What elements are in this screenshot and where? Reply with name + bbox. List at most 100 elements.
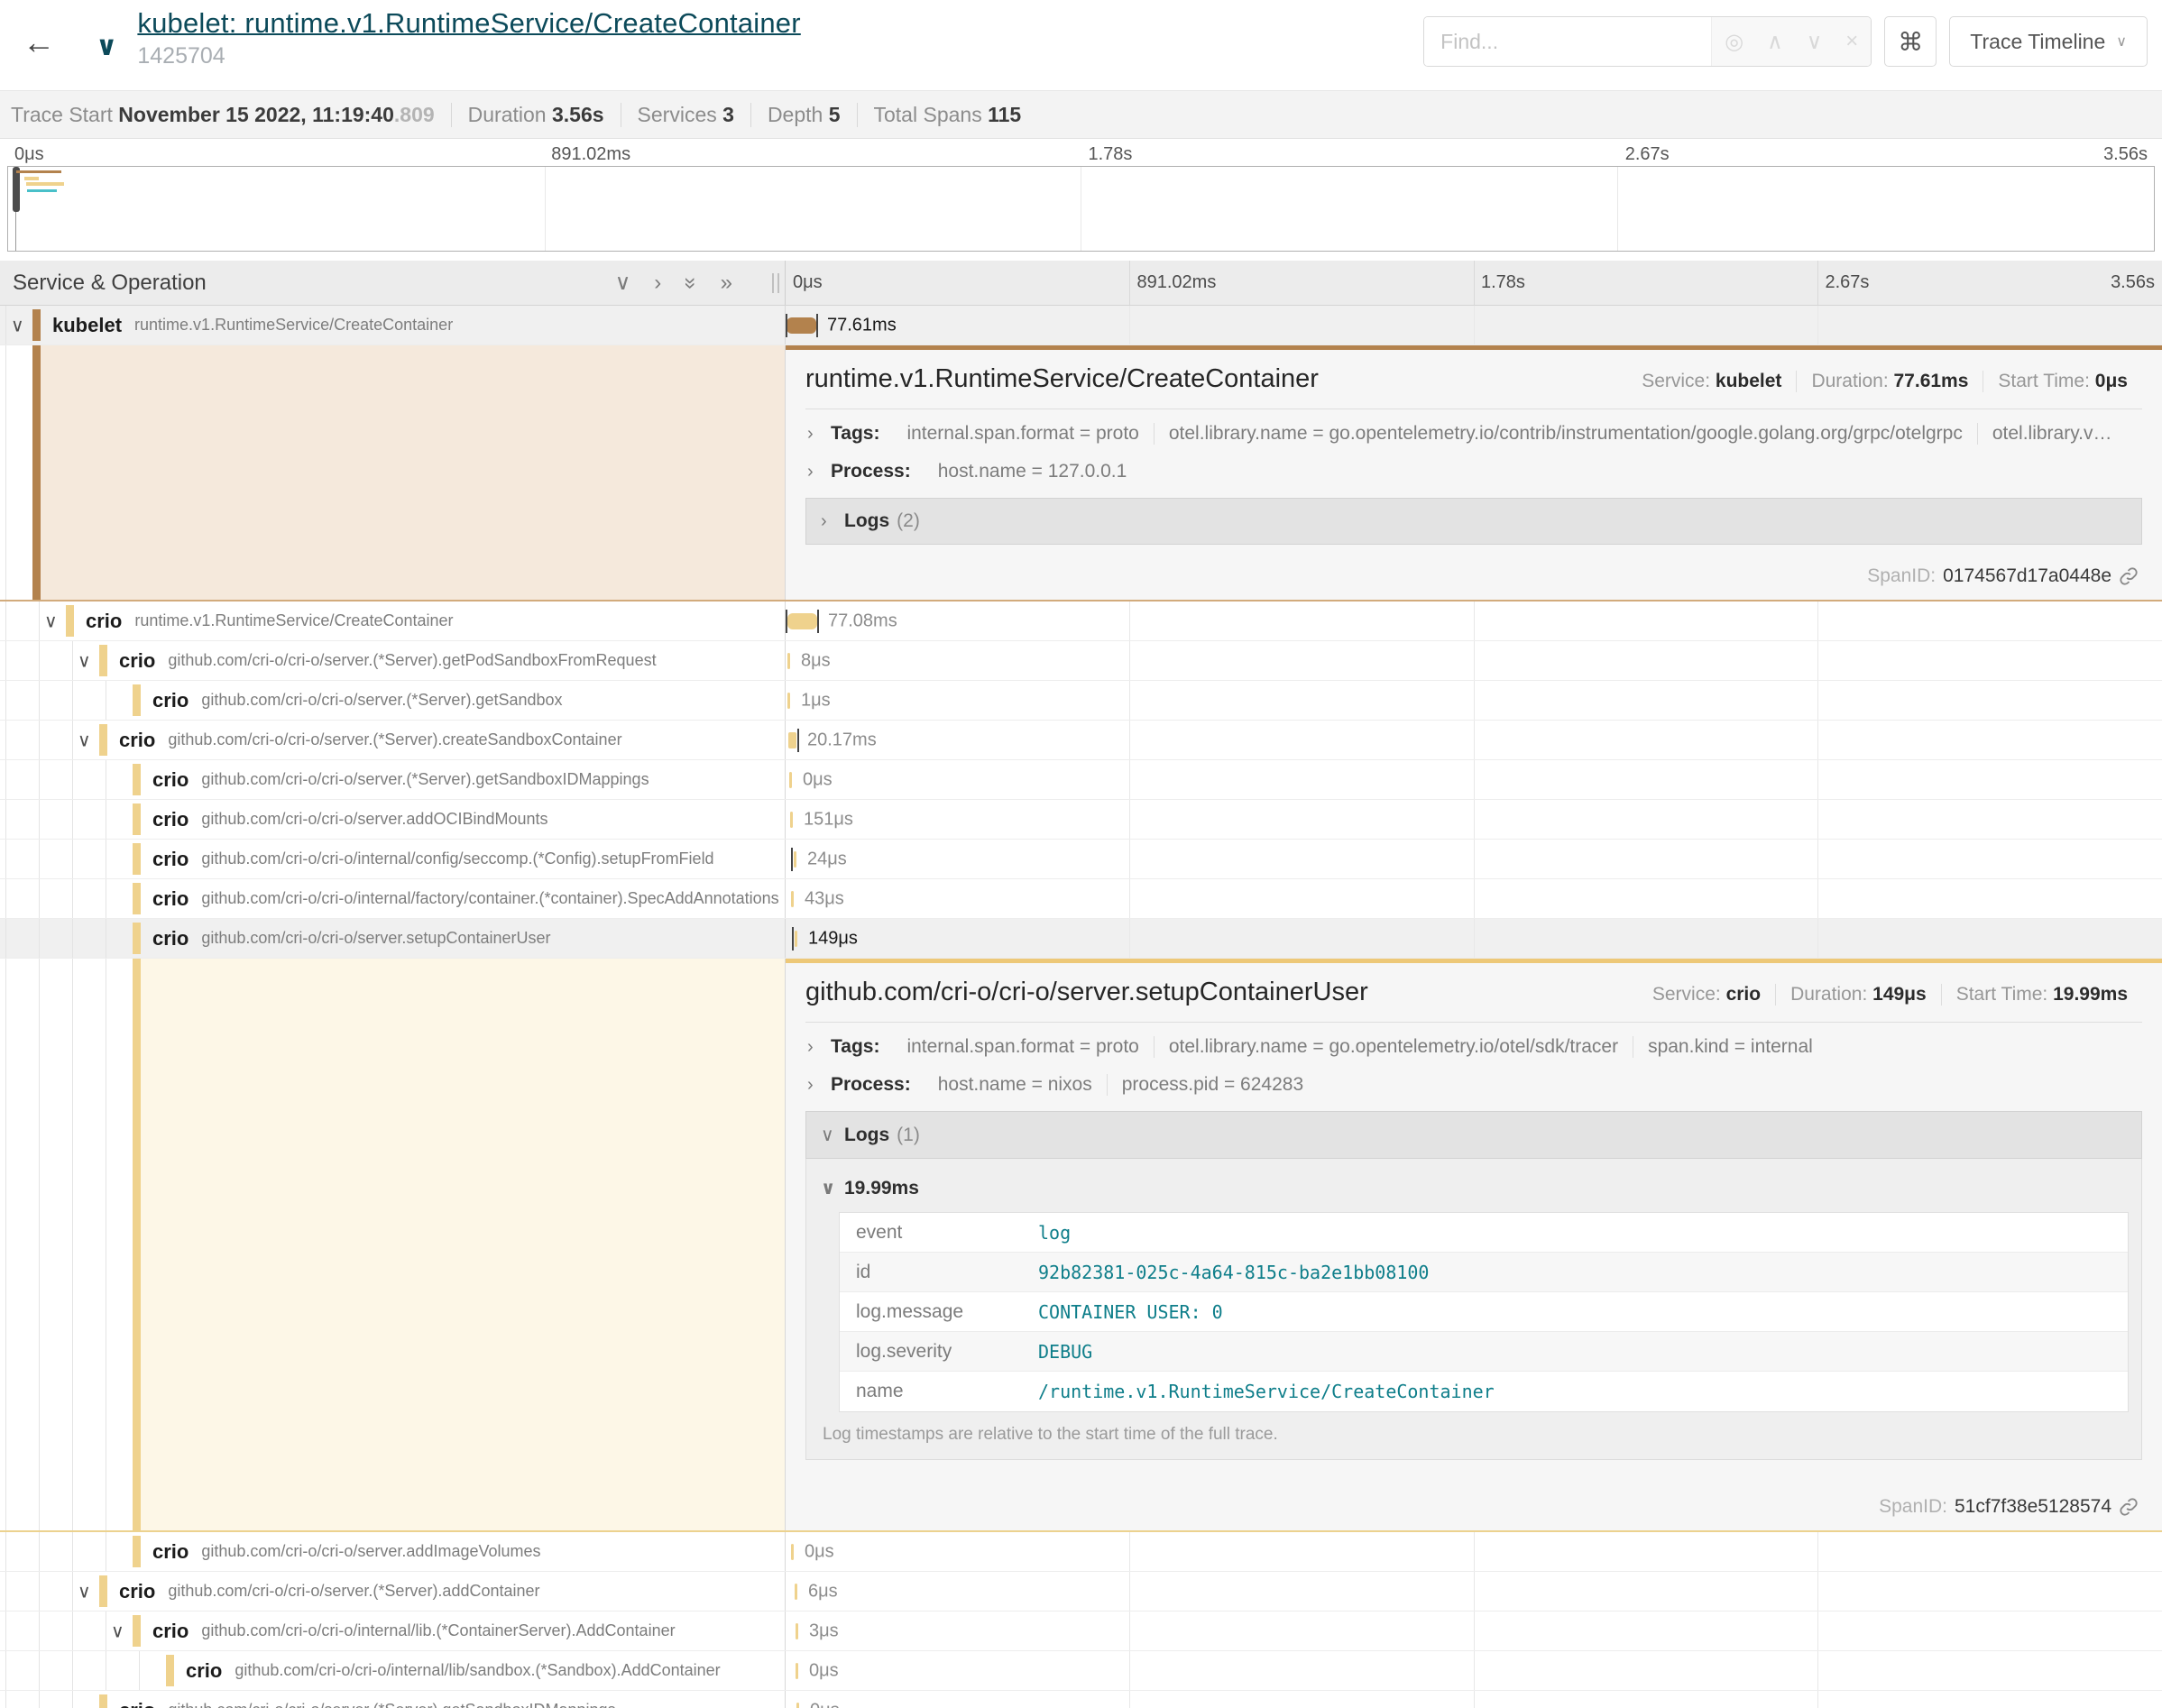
process-accordion[interactable]: › Process: host.name = nixosprocess.pid … [805,1066,2142,1104]
service-operation-header: Service & Operation ∨ › » » [0,261,786,305]
span-name-cell[interactable]: ∨criogithub.com/cri-o/cri-o/internal/lib… [0,1612,786,1650]
span-bar-cell[interactable]: 24μs [786,840,2162,878]
expand-chevron-down-icon[interactable]: ∨ [44,610,58,632]
expand-chevron-down-icon[interactable]: ∨ [78,729,91,751]
expand-chevron-down-icon[interactable]: ∨ [111,1620,124,1642]
tags-accordion[interactable]: › Tags: internal.span.format = protootel… [805,415,2142,453]
span-row[interactable]: ∨criogithub.com/cri-o/cri-o/server.(*Ser… [0,641,2162,681]
span-name-cell[interactable]: ∨crioruntime.v1.RuntimeService/CreateCon… [0,601,786,640]
span-duration-bar[interactable] [789,772,792,788]
span-row[interactable]: ∨crioruntime.v1.RuntimeService/CreateCon… [0,601,2162,641]
service-color-bar [66,605,74,637]
view-select-dropdown[interactable]: Trace Timeline ∨ [1949,16,2148,67]
span-duration-bar[interactable] [794,851,796,868]
logs-accordion[interactable]: ∨ Logs (1) [805,1111,2142,1159]
span-row[interactable]: criogithub.com/cri-o/cri-o/server.addIma… [0,1532,2162,1572]
span-row[interactable]: criogithub.com/cri-o/cri-o/server.(*Serv… [0,760,2162,800]
span-bar-cell[interactable]: 149μs [786,919,2162,958]
span-bar-cell[interactable]: 6μs [786,1572,2162,1611]
detail-indent-area [0,959,786,1530]
span-duration-bar[interactable] [787,653,790,669]
span-duration-bar[interactable] [795,931,797,947]
detail-duration: 149μs [1872,984,1927,1005]
span-bar-cell[interactable]: 8μs [786,641,2162,680]
span-name-cell[interactable]: criogithub.com/cri-o/cri-o/server.addIma… [0,1532,786,1571]
span-row[interactable]: criogithub.com/cri-o/cri-o/server.setupC… [0,919,2162,959]
span-duration-bar[interactable] [796,1703,799,1708]
span-name-cell[interactable]: criogithub.com/cri-o/cri-o/server.setupC… [0,919,786,958]
span-bar-cell[interactable]: 0μs [786,1651,2162,1690]
find-input[interactable] [1424,17,1711,66]
expand-all-double-chevron-right-icon[interactable]: » [721,272,732,294]
span-duration-bar[interactable] [796,1663,798,1679]
logs-accordion[interactable]: › Logs (2) [805,498,2142,545]
tick-label: 2.67s [1826,272,1870,293]
span-name-cell[interactable]: criogithub.com/cri-o/cri-o/server.(*Serv… [0,681,786,720]
tags-accordion[interactable]: › Tags: internal.span.format = protootel… [805,1028,2142,1066]
span-row[interactable]: ∨criogithub.com/cri-o/cri-o/server.(*Ser… [0,1572,2162,1612]
span-row[interactable]: criogithub.com/cri-o/cri-o/internal/fact… [0,879,2162,919]
span-name-cell[interactable]: ∨criogithub.com/cri-o/cri-o/server.(*Ser… [0,641,786,680]
span-bar-cell[interactable]: 3μs [786,1612,2162,1650]
span-name-cell[interactable]: criogithub.com/cri-o/cri-o/internal/lib/… [0,1651,786,1690]
trace-title-link[interactable]: kubelet: runtime.v1.RuntimeService/Creat… [137,7,800,40]
expand-chevron-down-icon[interactable]: ∨ [78,1580,91,1602]
clear-search-close-icon[interactable]: × [1845,29,1858,54]
span-bar-cell[interactable]: 0μs [786,1691,2162,1708]
span-name-cell[interactable]: criogithub.com/cri-o/cri-o/internal/fact… [0,879,786,918]
span-name-cell[interactable]: criogithub.com/cri-o/cri-o/internal/conf… [0,840,786,878]
log-entry-toggle[interactable]: ∨ 19.99ms [819,1173,2129,1212]
span-row[interactable]: criogithub.com/cri-o/cri-o/internal/conf… [0,840,2162,879]
minimap-canvas[interactable] [7,166,2155,252]
span-duration-bar[interactable] [791,1544,794,1560]
span-row[interactable]: ∨criogithub.com/cri-o/cri-o/server.(*Ser… [0,721,2162,760]
expand-chevron-down-icon[interactable]: ∨ [78,649,91,672]
span-bar-cell[interactable]: 0μs [786,1532,2162,1571]
next-result-chevron-down-icon[interactable]: ∨ [1807,29,1823,55]
span-name-cell[interactable]: criogithub.com/cri-o/cri-o/server.(*Serv… [0,760,786,799]
span-bar-cell[interactable]: 0μs [786,760,2162,799]
minimap-scrubber-handle[interactable] [13,167,20,212]
span-duration-bar[interactable] [787,613,817,629]
deep-link-icon[interactable] [2119,1497,2139,1517]
span-duration-bar[interactable] [795,1584,797,1600]
span-name-cell[interactable]: ∨criogithub.com/cri-o/cri-o/server.(*Ser… [0,721,786,759]
span-name-cell[interactable]: ∨criogithub.com/cri-o/cri-o/server.(*Ser… [0,1572,786,1611]
deep-link-icon[interactable] [2119,566,2139,586]
span-duration-bar[interactable] [796,1623,798,1639]
expand-one-chevron-right-icon[interactable]: › [654,272,661,294]
span-row[interactable]: criogithub.com/cri-o/cri-o/internal/lib/… [0,1651,2162,1691]
span-duration-bar[interactable] [788,732,796,748]
back-arrow-icon[interactable]: ← [14,18,63,67]
span-name-cell[interactable]: ∨kubeletruntime.v1.RuntimeService/Create… [0,306,786,344]
span-name-cell[interactable]: criogithub.com/cri-o/cri-o/server.(*Serv… [0,1691,786,1708]
process-list: host.name = nixosprocess.pid = 624283 [924,1074,1318,1096]
span-bar-cell[interactable]: 151μs [786,800,2162,839]
span-row[interactable]: criogithub.com/cri-o/cri-o/server.addOCI… [0,800,2162,840]
span-row[interactable]: ∨criogithub.com/cri-o/cri-o/internal/lib… [0,1612,2162,1651]
locate-icon[interactable]: ◎ [1725,29,1743,55]
collapse-one-chevron-down-icon[interactable]: ∨ [615,272,631,294]
span-duration-bar[interactable] [787,693,790,709]
span-bar-cell[interactable]: 43μs [786,879,2162,918]
span-bar-cell[interactable]: 1μs [786,681,2162,720]
span-duration-bar[interactable] [787,317,816,334]
collapse-all-double-chevron-down-icon[interactable]: » [680,277,702,289]
span-duration-bar[interactable] [790,812,793,828]
span-bar-cell[interactable]: 77.08ms [786,601,2162,640]
span-bar-cell[interactable]: 20.17ms [786,721,2162,759]
expand-chevron-down-icon[interactable]: ∨ [11,314,24,336]
service-color-bar [133,883,141,914]
span-row[interactable]: ∨kubeletruntime.v1.RuntimeService/Create… [0,306,2162,345]
collapse-header-chevron-icon[interactable]: ∨ [96,31,117,62]
span-row[interactable]: criogithub.com/cri-o/cri-o/server.(*Serv… [0,1691,2162,1708]
span-duration-bar[interactable] [791,891,794,907]
span-bar-cell[interactable]: 77.61ms [786,306,2162,344]
prev-result-chevron-up-icon[interactable]: ∧ [1767,29,1783,55]
keyboard-shortcuts-button[interactable]: ⌘ [1884,16,1937,67]
span-name-cell[interactable]: criogithub.com/cri-o/cri-o/server.addOCI… [0,800,786,839]
tag-kv-item: otel.library.name = go.opentelemetry.io/… [1154,1036,1633,1058]
span-row[interactable]: criogithub.com/cri-o/cri-o/server.(*Serv… [0,681,2162,721]
process-accordion[interactable]: › Process: host.name = 127.0.0.1 [805,453,2142,491]
column-resize-grip[interactable] [772,273,779,293]
